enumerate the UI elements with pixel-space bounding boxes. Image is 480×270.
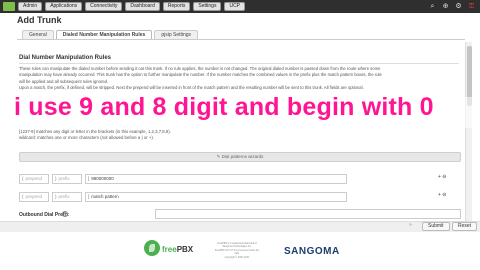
help-line: Upon a match, the prefix, if defined, wi… (19, 84, 364, 90)
match-pattern-placeholder: match pattern (91, 194, 119, 199)
submit-button[interactable]: Submit (422, 222, 450, 231)
bracket-glyph: [ (88, 176, 90, 181)
nav-dashboard[interactable]: Dashboard (125, 2, 160, 11)
reset-button[interactable]: Reset (452, 222, 478, 231)
nav-connectivity[interactable]: Connectivity (85, 2, 123, 11)
globe-icon[interactable]: ⊕ (441, 2, 450, 11)
search-icon[interactable]: ⌕ (428, 2, 437, 11)
section-help-text: These rules can manipulate the dialed nu… (19, 66, 459, 91)
top-nav-bar: Admin Applications Connectivity Dashboar… (0, 0, 480, 13)
lock-icon[interactable]: ⚿ (467, 2, 476, 11)
freepbx-logo-icon[interactable] (3, 2, 15, 11)
prepend-placeholder: prepend (25, 176, 43, 181)
rules-line: wildcard: matches one or more characters… (19, 135, 154, 141)
dial-pattern-row: (prepend ) prefix [980000000 (19, 174, 419, 184)
action-bar (0, 221, 480, 232)
legal-line: Copyright © 2007-2021 (224, 255, 250, 259)
match-pattern-input[interactable]: [match pattern (85, 192, 347, 202)
match-pattern-value: 980000000 (91, 176, 114, 181)
freepbx-logo: freePBX (162, 245, 193, 254)
nav-admin[interactable]: Admin (18, 2, 43, 11)
match-pattern-input[interactable]: [980000000 (85, 174, 347, 184)
row-add-remove-icons[interactable]: + ⊖ (438, 174, 447, 180)
nav-ucp[interactable]: UCP (224, 2, 246, 11)
tab-dialed-number-manipulation-rules[interactable]: Dialed Number Manipulation Rules (55, 30, 153, 39)
tab-bar: General Dialed Number Manipulation Rules… (22, 30, 199, 39)
freepbx-leaf-icon (144, 240, 160, 256)
nav-applications[interactable]: Applications (45, 2, 83, 11)
prefix-placeholder: prefix (58, 176, 70, 181)
rules-help-text: [1237-9] matches any digit or letter in … (19, 129, 459, 141)
help-icon[interactable]: ? (62, 211, 68, 217)
footer-legal-text: FreePBX is a registered trademark of San… (208, 242, 266, 259)
sangoma-logo: SANGOMA (284, 246, 340, 257)
nav-settings[interactable]: Settings (193, 2, 222, 11)
paren-glyph: ( (22, 176, 24, 181)
paren-glyph: ) (55, 176, 57, 181)
dial-patterns-wizard-button[interactable]: ✎ Dial patterns wizards (19, 152, 461, 162)
bracket-glyph: [ (88, 194, 90, 199)
dial-pattern-row: (prepend ) prefix [match pattern (19, 192, 419, 202)
page-scrollbar[interactable] (465, 42, 472, 237)
section-divider (19, 63, 459, 64)
prepend-input[interactable]: (prepend (19, 174, 49, 184)
logo-part: free (162, 245, 177, 254)
page-title: Add Trunk (17, 15, 62, 25)
row-add-remove-icons[interactable]: + ⊖ (438, 192, 447, 198)
nav-reports[interactable]: Reports (162, 2, 191, 11)
overlay-caption: i use 9 and 8 digit and begin with 0 (14, 93, 434, 121)
prefix-input[interactable]: ) prefix (52, 174, 82, 184)
prepend-input[interactable]: (prepend (19, 192, 49, 202)
outbound-dial-prefix-input[interactable] (155, 209, 461, 219)
tab-divider (17, 39, 465, 40)
collapse-arrow-icon[interactable]: » (409, 222, 412, 228)
tab-pjsip-settings[interactable]: pjsip Settings (154, 30, 199, 39)
prefix-placeholder: prefix (58, 194, 70, 199)
paren-glyph: ( (22, 194, 24, 199)
prefix-input[interactable]: ) prefix (52, 192, 82, 202)
section-title: Dial Number Manipulation Rules (19, 55, 112, 61)
prepend-placeholder: prepend (25, 194, 43, 199)
tab-general[interactable]: General (22, 30, 54, 39)
gear-icon[interactable]: ⚙ (454, 2, 463, 11)
paren-glyph: ) (55, 194, 57, 199)
logo-part: PBX (176, 245, 194, 254)
